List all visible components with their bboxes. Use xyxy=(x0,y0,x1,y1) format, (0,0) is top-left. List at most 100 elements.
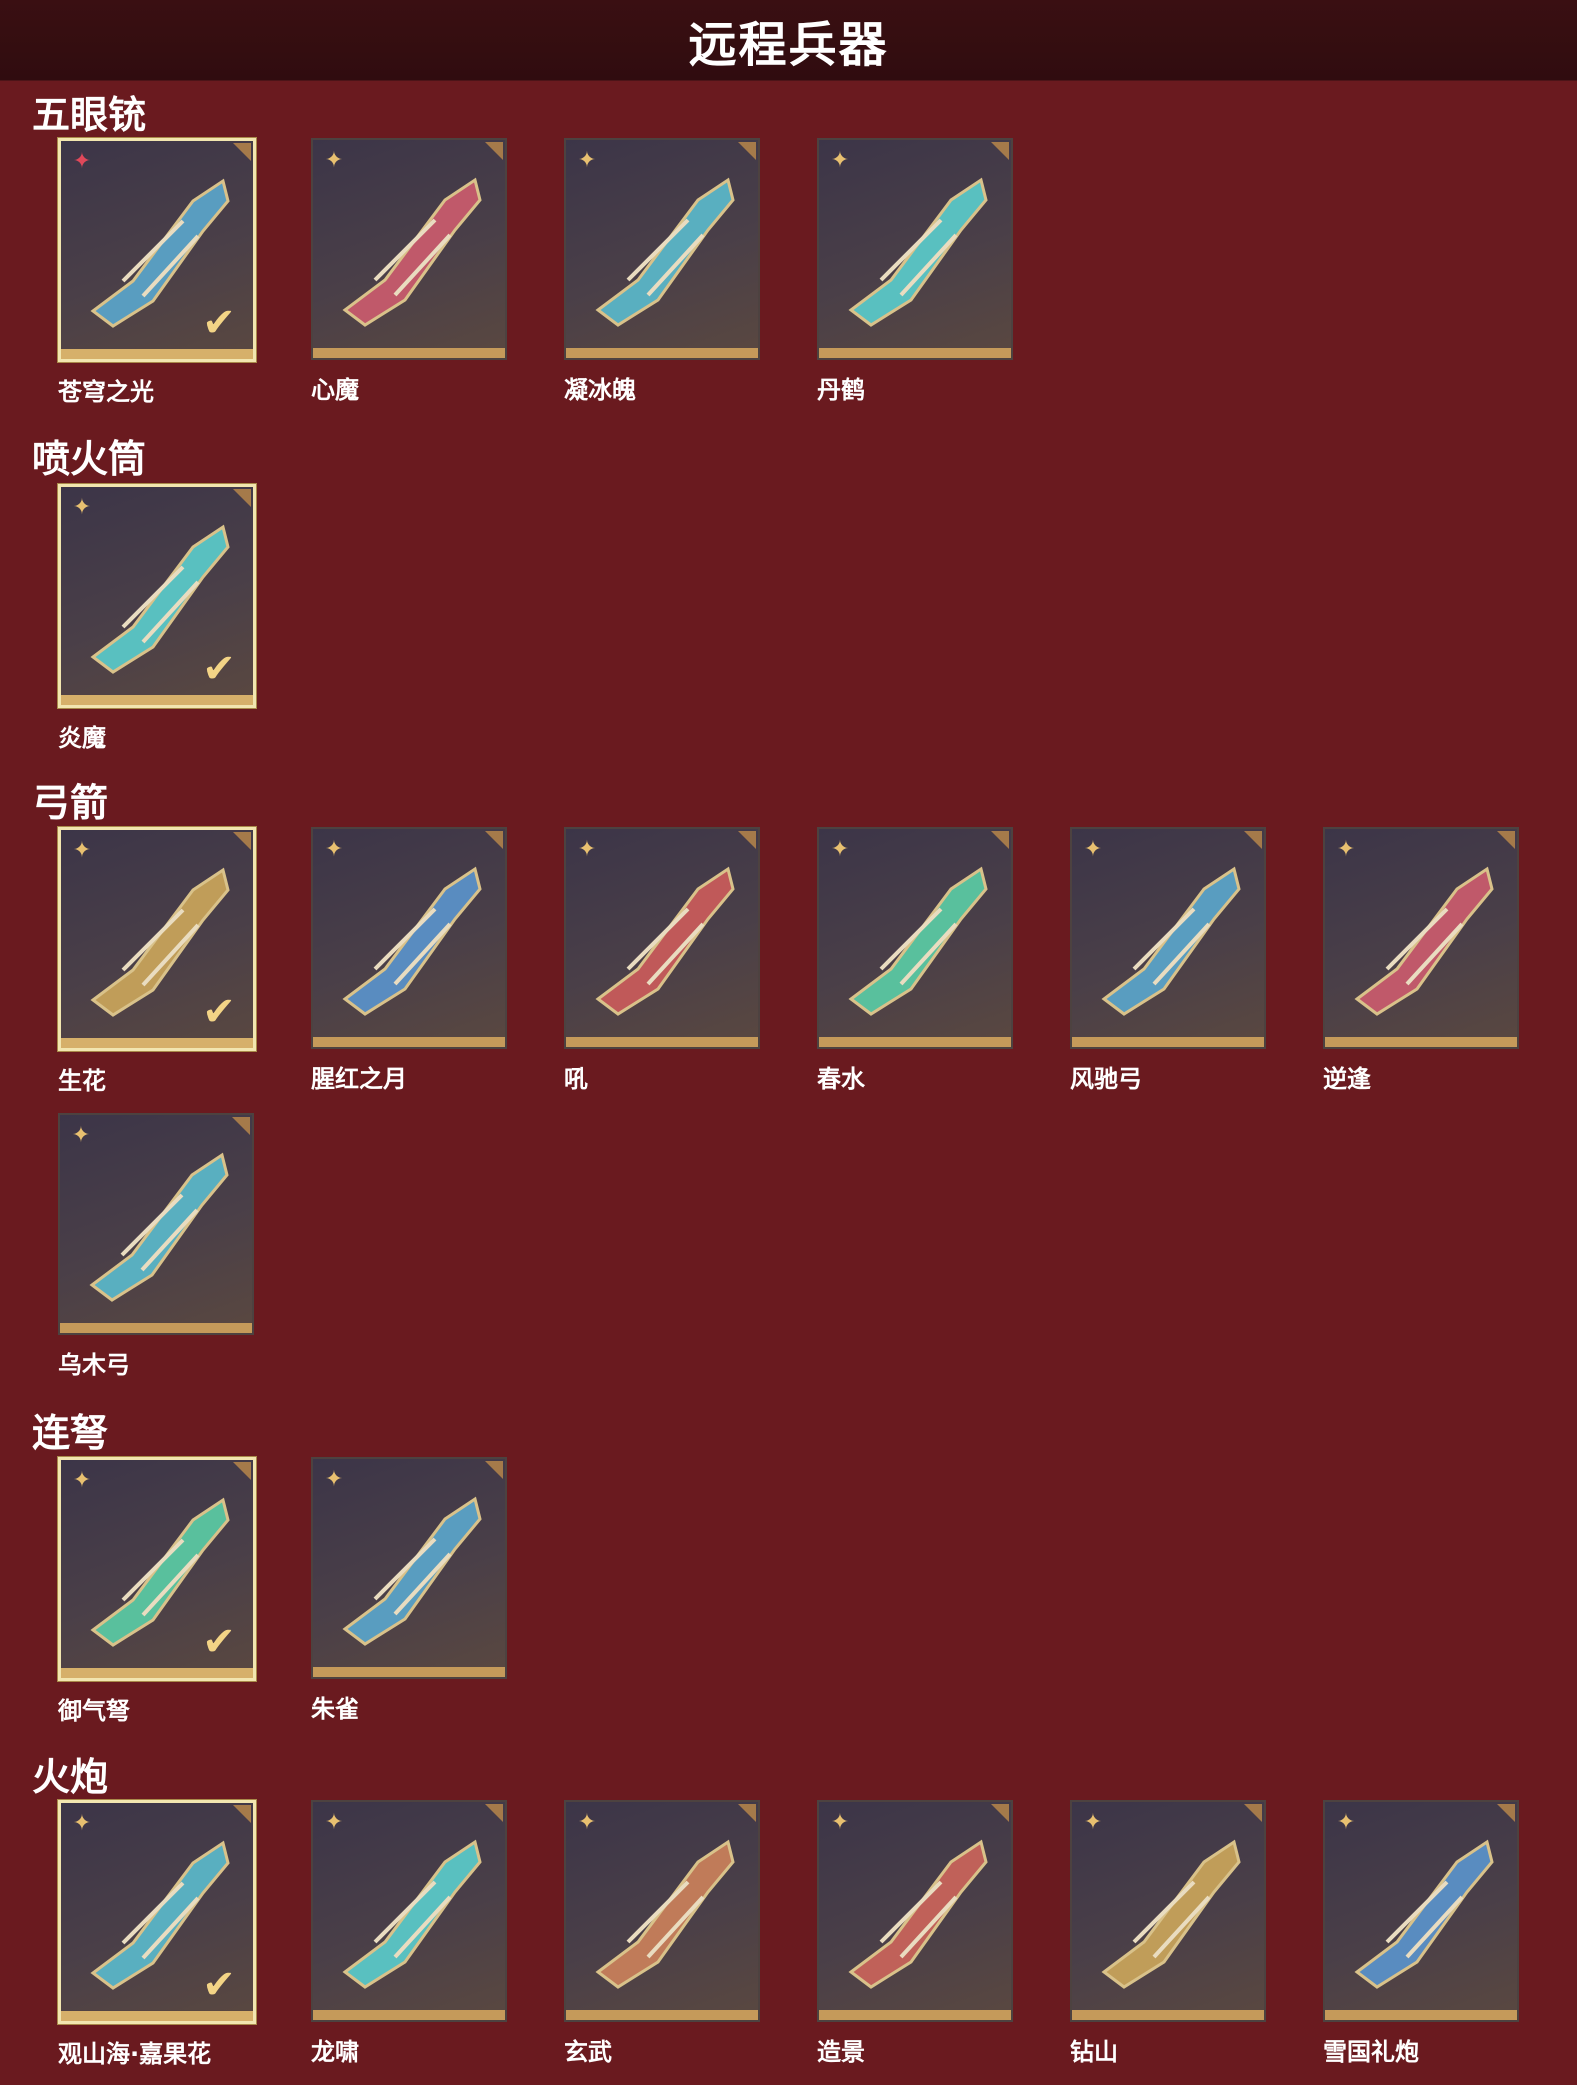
weapon-item[interactable]: ✦ 玄武 xyxy=(564,1800,760,2067)
weapon-image xyxy=(595,1839,735,1989)
check-icon: ✔ xyxy=(202,989,236,1035)
weapon-name: 心魔 xyxy=(311,376,359,404)
weapon-card[interactable]: ✦ xyxy=(817,138,1013,360)
weapon-name: 腥红之月 xyxy=(311,1065,407,1093)
weapon-item[interactable]: ✦ 春水 xyxy=(817,827,1013,1094)
weapon-image xyxy=(848,866,988,1016)
corner-tab-icon xyxy=(1244,1804,1262,1822)
weapon-card[interactable]: ✦ ✔ xyxy=(58,138,256,362)
section-title: 连弩 xyxy=(32,1411,109,1455)
corner-tab-icon xyxy=(1497,1804,1515,1822)
weapon-item[interactable]: ✦ 造景 xyxy=(817,1800,1013,2067)
weapon-image xyxy=(595,177,735,327)
weapon-card[interactable]: ✦ xyxy=(564,1800,760,2022)
section-title: 弓箭 xyxy=(32,781,109,825)
weapon-name: 风驰弓 xyxy=(1070,1065,1142,1093)
weapon-image xyxy=(1354,866,1494,1016)
weapon-item[interactable]: ✦ 朱雀 xyxy=(311,1457,507,1724)
weapon-card[interactable]: ✦ xyxy=(564,138,760,360)
weapon-image xyxy=(342,866,482,1016)
weapon-card[interactable]: ✦ ✔ xyxy=(58,1457,256,1681)
weapon-card[interactable]: ✦ xyxy=(311,138,507,360)
weapon-name: 雪国礼炮 xyxy=(1323,2038,1419,2066)
weapon-image xyxy=(848,177,988,327)
section-title: 五眼铳 xyxy=(32,93,147,137)
weapon-item[interactable]: ✦ ✔ 观山海·嘉果花 xyxy=(58,1800,256,2069)
weapon-item[interactable]: ✦ 心魔 xyxy=(311,138,507,405)
weapon-card[interactable]: ✦ xyxy=(817,827,1013,1049)
weapon-card[interactable]: ✦ xyxy=(311,1800,507,2022)
weapon-item[interactable]: ✦ 乌木弓 xyxy=(58,1113,254,1380)
weapon-image xyxy=(1354,1839,1494,1989)
weapon-card[interactable]: ✦ xyxy=(311,1457,507,1679)
weapon-name: 生花 xyxy=(58,1067,106,1095)
weapon-item[interactable]: ✦ ✔ 苍穹之光 xyxy=(58,138,256,407)
weapon-item[interactable]: ✦ 雪国礼炮 xyxy=(1323,1800,1519,2067)
corner-tab-icon xyxy=(485,831,503,849)
corner-tab-icon xyxy=(991,142,1009,160)
weapon-name: 龙啸 xyxy=(311,2038,359,2066)
weapon-card[interactable]: ✦ xyxy=(58,1113,254,1335)
weapon-image xyxy=(848,1839,988,1989)
weapon-image xyxy=(342,1496,482,1646)
weapon-item[interactable]: ✦ 凝冰魄 xyxy=(564,138,760,405)
page-header: 远程兵器 xyxy=(0,0,1577,81)
weapon-card[interactable]: ✦ xyxy=(1070,827,1266,1049)
weapon-image xyxy=(89,1152,229,1302)
weapon-image xyxy=(1101,866,1241,1016)
section-title: 喷火筒 xyxy=(32,437,147,481)
corner-tab-icon xyxy=(232,1117,250,1135)
weapon-card[interactable]: ✦ xyxy=(1323,827,1519,1049)
check-icon: ✔ xyxy=(202,300,236,346)
weapon-name: 观山海·嘉果花 xyxy=(58,2040,212,2068)
corner-tab-icon xyxy=(233,1462,251,1480)
check-icon: ✔ xyxy=(202,646,236,692)
weapon-name: 春水 xyxy=(817,1065,865,1093)
corner-tab-icon xyxy=(233,832,251,850)
corner-tab-icon xyxy=(1497,831,1515,849)
weapon-item[interactable]: ✦ 丹鹤 xyxy=(817,138,1013,405)
weapon-name: 逆逢 xyxy=(1323,1065,1371,1093)
corner-tab-icon xyxy=(485,142,503,160)
weapon-item[interactable]: ✦ 钻山 xyxy=(1070,1800,1266,2067)
weapon-card[interactable]: ✦ ✔ xyxy=(58,484,256,708)
weapon-item[interactable]: ✦ ✔ 御气弩 xyxy=(58,1457,256,1726)
weapon-item[interactable]: ✦ ✔ 炎魔 xyxy=(58,484,256,753)
weapon-item[interactable]: ✦ 逆逢 xyxy=(1323,827,1519,1094)
weapon-name: 御气弩 xyxy=(58,1697,130,1725)
corner-tab-icon xyxy=(738,142,756,160)
weapon-card[interactable]: ✦ xyxy=(817,1800,1013,2022)
weapon-name: 苍穹之光 xyxy=(58,378,154,406)
weapon-name: 丹鹤 xyxy=(817,376,865,404)
corner-tab-icon xyxy=(738,831,756,849)
weapon-card[interactable]: ✦ ✔ xyxy=(58,827,256,1051)
corner-tab-icon xyxy=(991,1804,1009,1822)
check-icon: ✔ xyxy=(202,1619,236,1665)
weapon-item[interactable]: ✦ 吼 xyxy=(564,827,760,1094)
weapon-item[interactable]: ✦ 龙啸 xyxy=(311,1800,507,2067)
weapon-name: 乌木弓 xyxy=(58,1351,130,1379)
corner-tab-icon xyxy=(233,1805,251,1823)
weapon-card[interactable]: ✦ ✔ xyxy=(58,1800,256,2024)
corner-tab-icon xyxy=(233,143,251,161)
weapon-name: 朱雀 xyxy=(311,1695,359,1723)
weapon-name: 造景 xyxy=(817,2038,865,2066)
corner-tab-icon xyxy=(991,831,1009,849)
section-title: 火炮 xyxy=(32,1755,109,1799)
weapon-item[interactable]: ✦ 风驰弓 xyxy=(1070,827,1266,1094)
weapon-image xyxy=(595,866,735,1016)
weapon-image xyxy=(342,177,482,327)
weapon-card[interactable]: ✦ xyxy=(564,827,760,1049)
corner-tab-icon xyxy=(1244,831,1262,849)
weapon-image xyxy=(1101,1839,1241,1989)
weapon-name: 凝冰魄 xyxy=(564,376,636,404)
weapon-card[interactable]: ✦ xyxy=(1070,1800,1266,2022)
corner-tab-icon xyxy=(485,1804,503,1822)
weapon-name: 玄武 xyxy=(564,2038,612,2066)
check-icon: ✔ xyxy=(202,1962,236,2008)
weapon-card[interactable]: ✦ xyxy=(311,827,507,1049)
corner-tab-icon xyxy=(738,1804,756,1822)
weapon-item[interactable]: ✦ 腥红之月 xyxy=(311,827,507,1094)
weapon-card[interactable]: ✦ xyxy=(1323,1800,1519,2022)
weapon-item[interactable]: ✦ ✔ 生花 xyxy=(58,827,256,1096)
